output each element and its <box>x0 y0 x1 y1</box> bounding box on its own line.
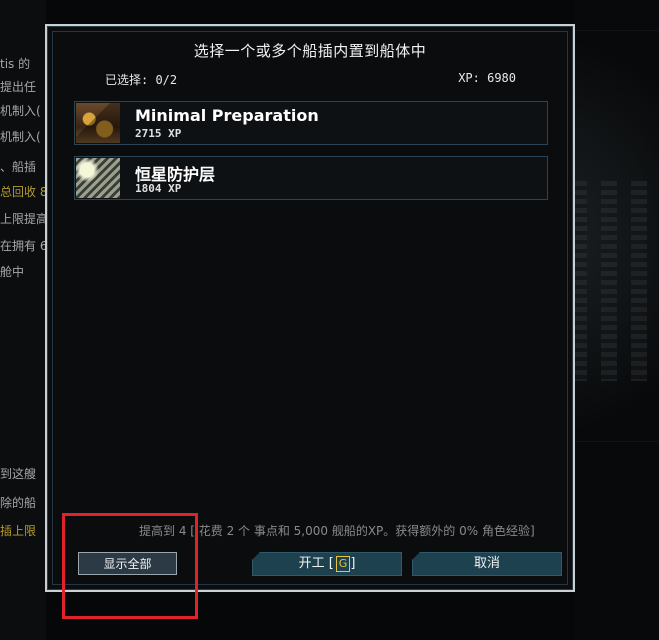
start-button-label: 开工 [ <box>298 556 334 571</box>
background-text: 在拥有 6 <box>0 239 48 253</box>
background-text: 提出任 <box>0 80 37 94</box>
hullmod-option-minimal-preparation[interactable]: Minimal Preparation 2715 XP <box>74 101 548 145</box>
hullmod-name: Minimal Preparation <box>135 106 319 125</box>
show-all-button[interactable]: 显示全部 <box>78 552 177 575</box>
background-text: 上限提高 <box>0 212 49 226</box>
background-text: 舱中 <box>0 265 25 279</box>
background-text: 、船插 <box>0 160 37 174</box>
hullmod-xp-cost: 1804 XP <box>135 182 182 195</box>
background-text: 到这艘 <box>0 467 37 481</box>
cancel-button[interactable]: 取消 <box>412 552 562 576</box>
background-footer-text: 提高到 4 [ 花费 2 个 事点和 5,000 舰船的XP。获得额外的 0% … <box>139 524 535 538</box>
background-text: 插上限 <box>0 524 37 538</box>
background-text: 总回收 8 <box>0 185 48 199</box>
background-text: 除的船 <box>0 496 37 510</box>
selected-count: 已选择: 0/2 <box>105 73 178 87</box>
xp-total: XP: 6980 <box>458 71 516 85</box>
start-button-suffix: ] <box>350 556 356 571</box>
background-text: 机制入( <box>0 130 41 144</box>
minimal-preparation-icon <box>76 103 120 143</box>
dialog-title: 选择一个或多个船插内置到船体中 <box>193 42 427 60</box>
stellar-shielding-icon <box>76 158 120 198</box>
start-button[interactable]: 开工 [G] <box>252 552 402 576</box>
background-text: 机制入( <box>0 104 41 118</box>
hullmod-xp-cost: 2715 XP <box>135 127 182 140</box>
hotkey-badge: G <box>335 556 351 572</box>
hullmod-option-stellar-shielding[interactable]: 恒星防护层 1804 XP <box>74 156 548 200</box>
background-text: tis 的 <box>0 57 31 71</box>
background-panel-left: tis 的 提出任 机制入( 机制入( 、船插 总回收 8 上限提高 在拥有 6… <box>0 0 49 640</box>
refit-dialog: 选择一个或多个船插内置到船体中 已选择: 0/2 XP: 6980 Minima… <box>45 24 575 592</box>
